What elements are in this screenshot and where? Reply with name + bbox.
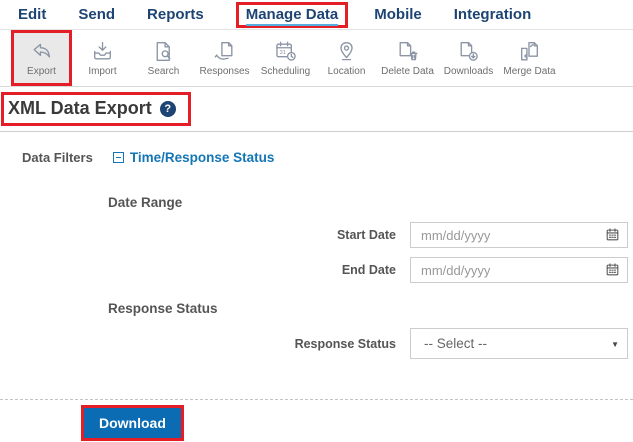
nav-label: Reports xyxy=(147,6,204,23)
downloads-icon xyxy=(456,39,481,64)
scheduling-icon: 31 xyxy=(273,39,298,64)
toolbar-item-location[interactable]: Location xyxy=(316,30,377,86)
toolbar-item-label: Responses xyxy=(199,66,249,77)
nav-item-integration[interactable]: Integration xyxy=(454,6,532,23)
delete-data-icon xyxy=(395,39,420,64)
end-date-row: End Date xyxy=(0,257,633,283)
nav-item-mobile[interactable]: Mobile xyxy=(374,6,422,23)
start-date-row: Start Date xyxy=(0,222,633,248)
date-range-heading: Date Range xyxy=(108,195,633,210)
response-status-heading: Response Status xyxy=(108,301,633,316)
page-title-highlight: XML Data Export ? xyxy=(1,92,191,126)
toolbar-item-downloads[interactable]: Downloads xyxy=(438,30,499,86)
title-divider xyxy=(0,131,633,132)
data-filters-header: Data Filters Time/Response Status xyxy=(22,150,633,165)
toolbar-item-scheduling[interactable]: 31 Scheduling xyxy=(255,30,316,86)
toolbar-item-label: Downloads xyxy=(444,66,493,77)
import-icon xyxy=(90,39,115,64)
start-date-wrap xyxy=(410,222,628,248)
top-nav: Edit Send Reports Manage Data Mobile Int… xyxy=(0,0,633,29)
export-filter-form: Date Range Start Date End Date Response … xyxy=(0,195,633,359)
page-title: XML Data Export xyxy=(8,98,152,119)
group-toggle-label: Time/Response Status xyxy=(130,150,275,165)
toolbar-item-import[interactable]: Import xyxy=(72,30,133,86)
toolbar-item-merge-data[interactable]: Merge Data xyxy=(499,30,560,86)
toolbar-item-label: Merge Data xyxy=(503,66,555,77)
nav-item-reports[interactable]: Reports xyxy=(147,6,204,23)
start-date-label: Start Date xyxy=(337,228,396,242)
toolbar-item-label: Location xyxy=(328,66,366,77)
toolbar-item-responses[interactable]: Responses xyxy=(194,30,255,86)
nav-item-edit[interactable]: Edit xyxy=(18,6,46,23)
collapse-icon xyxy=(113,152,124,163)
export-icon xyxy=(29,39,54,64)
toolbar-item-label: Scheduling xyxy=(261,66,310,77)
help-icon[interactable]: ? xyxy=(160,101,176,117)
data-filters-label: Data Filters xyxy=(22,150,93,165)
location-icon xyxy=(334,39,359,64)
end-date-wrap xyxy=(410,257,628,283)
footer-divider xyxy=(0,399,633,400)
manage-data-toolbar: Export Import Search Responses 31 xyxy=(0,29,633,87)
response-status-selected-value: -- Select -- xyxy=(424,336,487,351)
responses-icon xyxy=(212,39,237,64)
merge-data-icon xyxy=(517,39,542,64)
download-button-highlight: Download xyxy=(81,405,184,441)
calendar-icon[interactable] xyxy=(605,262,620,277)
nav-label: Manage Data xyxy=(246,6,339,26)
end-date-input[interactable] xyxy=(410,257,628,283)
search-icon xyxy=(151,39,176,64)
response-status-row: Response Status -- Select -- ▼ xyxy=(0,328,633,359)
toolbar-item-label: Import xyxy=(88,66,116,77)
toolbar-item-delete-data[interactable]: Delete Data xyxy=(377,30,438,86)
nav-label: Integration xyxy=(454,6,532,23)
calendar-icon[interactable] xyxy=(605,227,620,242)
response-status-label: Response Status xyxy=(295,337,396,351)
toolbar-item-label: Search xyxy=(148,66,180,77)
download-button[interactable]: Download xyxy=(84,408,181,438)
toolbar-item-export[interactable]: Export xyxy=(11,30,72,86)
start-date-input[interactable] xyxy=(410,222,628,248)
nav-item-manage-data[interactable]: Manage Data xyxy=(236,2,349,28)
toolbar-item-label: Export xyxy=(27,66,56,77)
chevron-down-icon: ▼ xyxy=(611,340,619,349)
end-date-label: End Date xyxy=(342,263,396,277)
nav-label: Send xyxy=(78,6,115,23)
time-response-status-toggle[interactable]: Time/Response Status xyxy=(113,150,275,165)
toolbar-item-label: Delete Data xyxy=(381,66,434,77)
toolbar-item-search[interactable]: Search xyxy=(133,30,194,86)
response-status-select[interactable]: -- Select -- ▼ xyxy=(410,328,628,359)
svg-text:31: 31 xyxy=(279,50,285,56)
nav-item-send[interactable]: Send xyxy=(78,6,115,23)
nav-label: Mobile xyxy=(374,6,422,23)
nav-label: Edit xyxy=(18,6,46,23)
